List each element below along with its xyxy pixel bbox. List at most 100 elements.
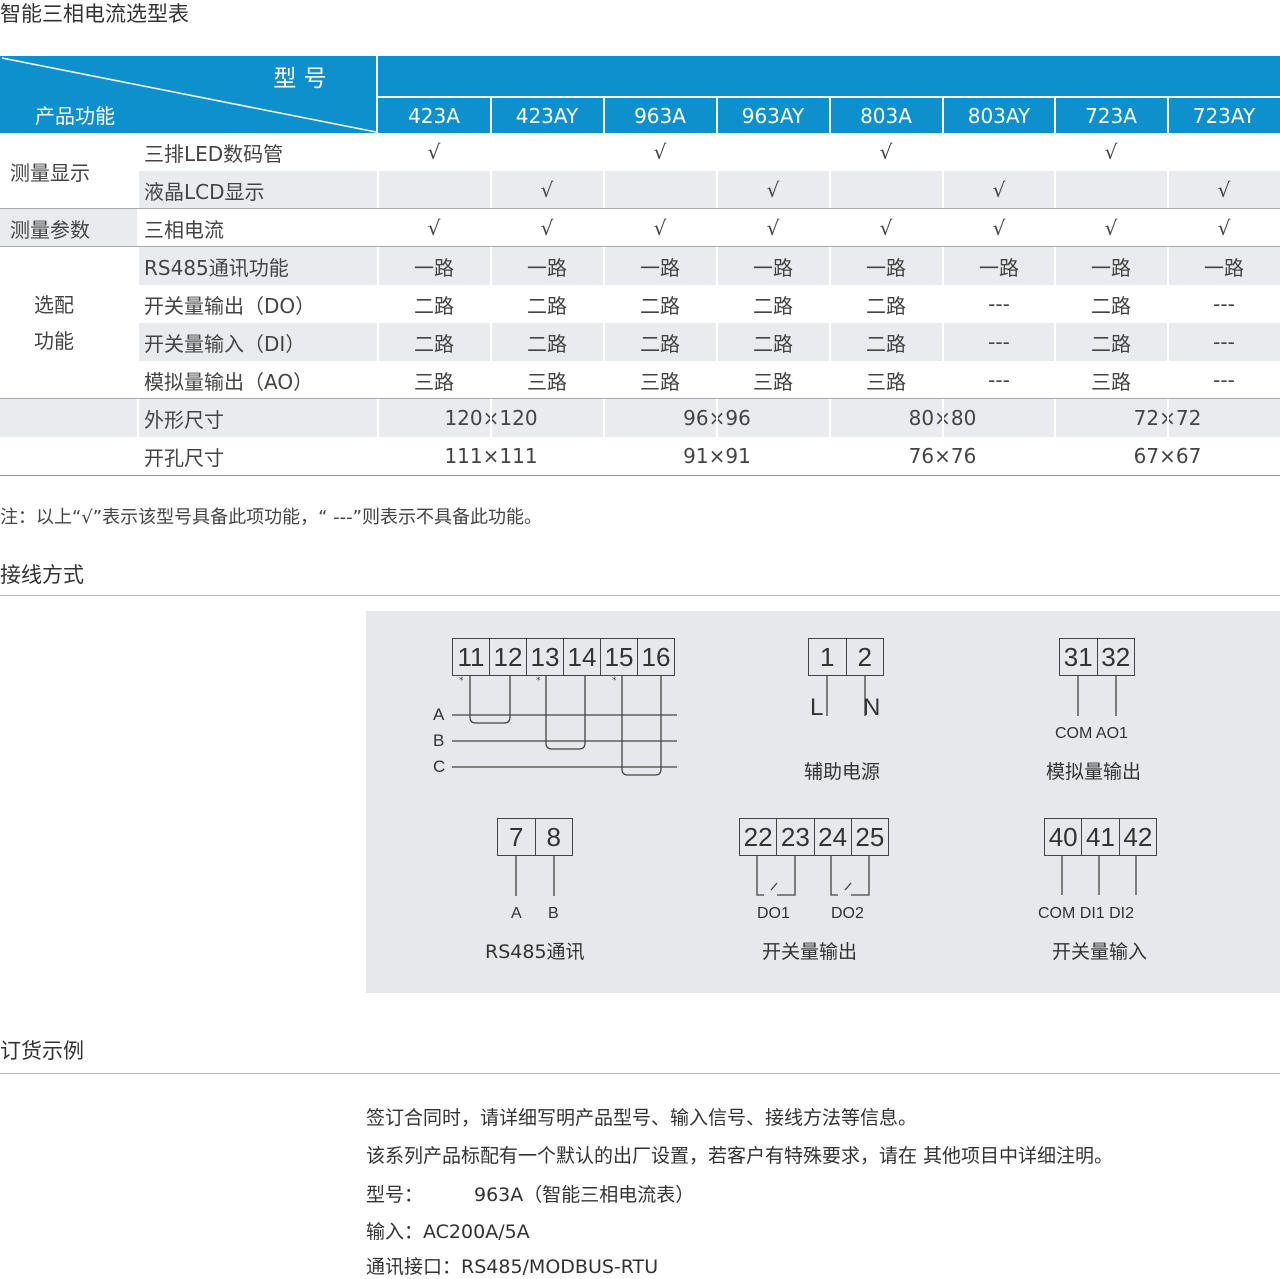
table-cell	[830, 171, 942, 209]
selection-note: 注：以上“√”表示该型号具备此项功能，“ ---”则表示不具备此功能。	[0, 507, 542, 528]
terminal-1: 1	[820, 641, 835, 672]
table-cell: √	[1104, 140, 1118, 164]
current-wiring-diagram: * * *	[452, 676, 677, 776]
wiring-rule	[0, 595, 1280, 596]
order-rule	[0, 1073, 1280, 1074]
wiring-panel: 11 12 13 14 15 16 * * * A B C 1 2 L N 辅助…	[366, 611, 1280, 993]
terminal-40: 40	[1048, 821, 1078, 852]
table-cell: 二路	[753, 331, 793, 356]
svg-text:*: *	[536, 676, 541, 686]
table-cell: ---	[988, 330, 1010, 354]
header-col-divider	[716, 98, 718, 133]
model-header-723ay: 723AY	[1192, 103, 1256, 128]
group-label: 测量显示	[10, 160, 90, 185]
order-comm-line: 通讯接口：RS485/MODBUS-RTU	[366, 1256, 659, 1278]
header-col-divider	[1167, 98, 1169, 133]
table-cell	[717, 133, 829, 171]
terminal-32: 32	[1096, 639, 1135, 675]
table-cell: 三路	[1091, 369, 1131, 394]
col-divider	[942, 133, 944, 437]
table-cell: 三路	[414, 369, 454, 394]
do2-label: DO2	[831, 905, 864, 922]
selection-table: 型 号 产品功能 423A 423AY 963A 963AY 803A 803AY 723A…	[0, 56, 1280, 476]
order-line-1: 签订合同时，请详细写明产品型号、输入信号、接线方法等信息。	[366, 1107, 918, 1129]
terminal-22: 22	[743, 821, 773, 852]
col-divider	[490, 133, 492, 437]
size-cell: 67×67	[1133, 444, 1202, 468]
terminal-31: 31	[1063, 641, 1093, 672]
feature-label: 液晶LCD显示	[144, 179, 265, 204]
table-cell: 二路	[414, 331, 454, 356]
group-label-optional: 选配 功能	[34, 293, 74, 353]
table-cell: 二路	[753, 293, 793, 318]
model-header-423a: 423A	[408, 103, 460, 128]
table-cell: 二路	[640, 331, 680, 356]
rs485-terminal-block: 7 8	[497, 818, 573, 856]
terminal-41: 41	[1081, 819, 1118, 855]
size-cell: 111×111	[444, 444, 538, 468]
col-divider	[1054, 133, 1056, 437]
table-cell	[378, 171, 490, 209]
phase-a-label: A	[433, 705, 445, 724]
table-cell: 一路	[979, 255, 1019, 280]
terminal-25: 25	[850, 819, 888, 855]
terminal-23: 23	[776, 819, 813, 855]
col-divider	[137, 133, 139, 437]
table-cell: 二路	[1091, 293, 1131, 318]
table-cell: 一路	[866, 255, 906, 280]
size-cell: 91×91	[683, 444, 751, 468]
table-cell	[943, 133, 1055, 171]
terminal-2: 2	[845, 639, 884, 675]
table-cell	[1055, 171, 1167, 209]
model-header-803a: 803A	[860, 103, 912, 128]
col-divider	[829, 437, 831, 475]
terminal-14: 14	[563, 639, 600, 675]
col-divider	[377, 437, 379, 475]
table-cell: 一路	[414, 255, 454, 280]
table-cell: 二路	[640, 293, 680, 318]
terminal-16: 16	[637, 639, 674, 675]
table-cell: √	[540, 216, 554, 240]
order-line-2: 该系列产品标配有一个默认的出厂设置，若客户有特殊要求，请在 其他项目中详细注明。	[366, 1145, 1114, 1167]
table-cell: √	[1217, 178, 1231, 202]
terminal-11: 11	[457, 641, 485, 672]
table-cell: √	[427, 140, 441, 164]
feature-label: RS485通讯功能	[144, 255, 289, 280]
group-separator	[0, 246, 1280, 247]
table-cell: √	[1217, 216, 1231, 240]
table-cell: 二路	[414, 293, 454, 318]
table-cell: √	[1104, 216, 1118, 240]
table-cell: 一路	[1091, 255, 1131, 280]
table-bottom-rule	[0, 475, 1280, 476]
size-cell: 76×76	[908, 444, 977, 468]
rs485-wires	[515, 856, 555, 896]
table-cell: √	[427, 216, 441, 240]
corner-function-label: 产品功能	[35, 103, 115, 128]
table-cell: 三路	[753, 369, 793, 394]
analog-caption: 模拟量输出	[1046, 761, 1142, 783]
terminal-13: 13	[526, 639, 563, 675]
order-input-line: 输入：AC200A/5A	[366, 1221, 530, 1243]
feature-label: 外形尺寸	[144, 407, 224, 432]
table-cell: √	[992, 178, 1006, 202]
table-cell: 三路	[866, 369, 906, 394]
analog-wires	[1077, 676, 1117, 716]
model-header-423ay: 423AY	[515, 103, 579, 128]
di-terminal-block: 40 41 42	[1044, 818, 1157, 856]
analog-labels: COM AO1	[1055, 725, 1128, 742]
analog-terminal-block: 31 32	[1059, 638, 1135, 676]
table-cell: 一路	[640, 255, 680, 280]
terminal-7: 7	[509, 821, 524, 852]
order-title: 订货示例	[0, 1039, 84, 1063]
rs485-a-label: A	[511, 905, 522, 922]
terminal-42: 42	[1118, 819, 1156, 855]
current-terminal-block: 11 12 13 14 15 16	[452, 638, 675, 676]
table-cell: √	[766, 216, 780, 240]
table-cell: √	[766, 178, 780, 202]
group-label: 测量参数	[10, 217, 90, 242]
selection-title: 智能三相电流选型表	[0, 2, 189, 26]
model-header-803ay: 803AY	[967, 103, 1031, 128]
table-cell: 三路	[527, 369, 567, 394]
di-caption: 开关量输入	[1052, 941, 1148, 963]
do1-label: DO1	[757, 905, 790, 922]
